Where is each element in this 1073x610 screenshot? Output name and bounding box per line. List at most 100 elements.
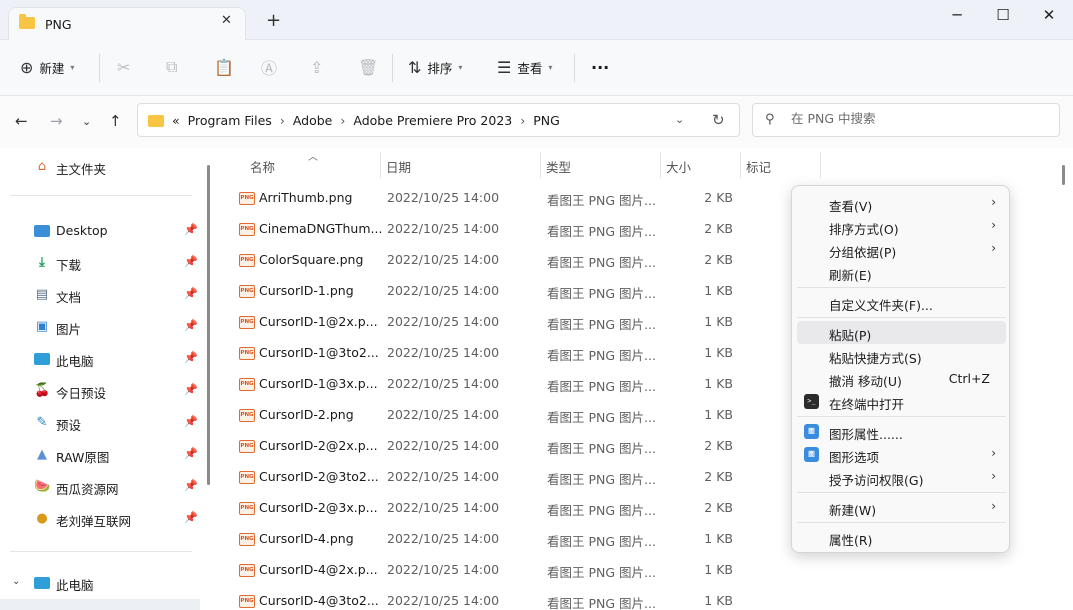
pin-icon[interactable]: 📌 <box>184 511 198 524</box>
column-header-date[interactable]: 日期 <box>380 148 540 182</box>
file-row[interactable]: PNG CursorID-4@3to2... 2022/10/25 14:00 看图王… <box>218 585 778 610</box>
maximize-button[interactable]: ☐ <box>980 6 1026 30</box>
new-button[interactable]: ⊕ 新建 ▾ <box>20 56 74 78</box>
pin-icon[interactable]: 📌 <box>184 255 198 268</box>
breadcrumb-item[interactable]: Program Files <box>188 113 272 128</box>
chevron-down-icon[interactable]: ⌄ <box>12 576 20 587</box>
file-row[interactable]: PNG ArriThumb.png 2022/10/25 14:00 看图王 PNG … <box>218 182 778 213</box>
search-box[interactable]: ⚲ <box>752 103 1060 137</box>
column-header-tag[interactable]: 标记 <box>740 148 820 182</box>
breadcrumb-item[interactable]: Adobe <box>293 113 333 128</box>
sidebar-item-this-pc-tree[interactable]: ⌄ 此电脑 <box>0 570 200 596</box>
column-divider[interactable] <box>820 152 821 178</box>
file-row[interactable]: PNG CursorID-2@3x.p... 2022/10/25 14:00 看图王… <box>218 492 778 523</box>
pin-icon[interactable]: 📌 <box>184 415 198 428</box>
folder-icon <box>148 115 164 127</box>
sidebar-scrollbar[interactable] <box>207 165 210 485</box>
more-options-button[interactable]: ··· <box>591 56 609 78</box>
chevron-right-icon[interactable]: › <box>520 113 525 128</box>
sidebar-item-selected[interactable] <box>0 599 200 610</box>
rename-icon[interactable]: Ⓐ <box>261 56 277 78</box>
file-row[interactable]: PNG CursorID-4@2x.p... 2022/10/25 14:00 看图王… <box>218 554 778 585</box>
pin-icon[interactable]: 📌 <box>184 319 198 332</box>
file-row[interactable]: PNG CursorID-2@2x.p... 2022/10/25 14:00 看图王… <box>218 430 778 461</box>
chevron-right-icon[interactable]: › <box>280 113 285 128</box>
close-button[interactable]: ✕ <box>1026 6 1072 30</box>
column-header-type[interactable]: 类型 <box>540 148 660 182</box>
pin-icon[interactable]: 📌 <box>184 351 198 364</box>
file-row[interactable]: PNG CursorID-1@2x.p... 2022/10/25 14:00 看图王… <box>218 306 778 337</box>
menu-item-terminal[interactable]: >_ 在终端中打开 <box>797 390 1006 413</box>
forward-arrow-icon[interactable]: → <box>50 112 63 130</box>
file-row[interactable]: PNG CinemaDNGThum... 2022/10/25 14:00 看图王 P… <box>218 213 778 244</box>
file-date: 2022/10/25 14:00 <box>387 221 500 236</box>
tab-png[interactable]: PNG ✕ <box>8 7 246 41</box>
file-row[interactable]: PNG CursorID-2.png 2022/10/25 14:00 看图王 PNG… <box>218 399 778 430</box>
menu-item-customize[interactable]: 自定义文件夹(F)... <box>797 291 1006 314</box>
sidebar-item-home[interactable]: ⌂ 主文件夹 <box>0 154 200 180</box>
png-file-icon: PNG <box>239 347 255 360</box>
menu-item-group[interactable]: 分组依据(P) › <box>797 238 1006 261</box>
menu-item-give-access[interactable]: 授予访问权限(G) › <box>797 466 1006 489</box>
pin-icon[interactable]: 📌 <box>184 383 198 396</box>
pin-icon[interactable]: 📌 <box>184 447 198 460</box>
sidebar-item-documents[interactable]: ▤ 文档 📌 <box>0 282 200 308</box>
breadcrumb-item[interactable]: Adobe Premiere Pro 2023 <box>353 113 512 128</box>
address-bar[interactable]: « Program Files › Adobe › Adobe Premiere… <box>137 103 740 137</box>
pin-icon[interactable]: 📌 <box>184 479 198 492</box>
copy-icon[interactable]: ⧉ <box>166 56 177 78</box>
pin-icon[interactable]: 📌 <box>184 287 198 300</box>
recent-locations-icon[interactable]: ⌄ <box>82 115 91 128</box>
delete-icon[interactable]: 🗑 <box>358 56 378 78</box>
column-header-size[interactable]: 大小 <box>660 148 740 182</box>
file-row[interactable]: PNG CursorID-2@3to2... 2022/10/25 14:00 看图王… <box>218 461 778 492</box>
sidebar-item-this-pc[interactable]: 此电脑 📌 <box>0 346 200 372</box>
column-header-name[interactable]: 名称 <box>240 148 380 182</box>
share-icon[interactable]: ⇪ <box>310 56 323 78</box>
sidebar-item-label: 此电脑 <box>56 578 94 593</box>
sidebar-item-watermelon[interactable]: 🍉 西瓜资源网 📌 <box>0 474 200 500</box>
menu-item-new[interactable]: 新建(W) › <box>797 496 1006 519</box>
menu-item-properties[interactable]: 属性(R) <box>797 526 1006 549</box>
file-row[interactable]: PNG CursorID-1.png 2022/10/25 14:00 看图王 PNG… <box>218 275 778 306</box>
file-name: CursorID-1@3x.p... <box>259 376 378 391</box>
menu-item-graphics-properties[interactable]: 图 图形属性...... <box>797 420 1006 443</box>
file-row[interactable]: PNG CursorID-1@3x.p... 2022/10/25 14:00 看图王… <box>218 368 778 399</box>
png-file-icon: PNG <box>239 471 255 484</box>
minimize-button[interactable]: ─ <box>934 6 980 30</box>
menu-item-view[interactable]: 查看(V) › <box>797 192 1006 215</box>
menu-item-refresh[interactable]: 刷新(E) <box>797 261 1006 284</box>
sidebar-item-preset[interactable]: ✎ 预设 📌 <box>0 410 200 436</box>
file-row[interactable]: PNG CursorID-1@3to2... 2022/10/25 14:00 看图王… <box>218 337 778 368</box>
sidebar-item-laoliu[interactable]: ● 老刘弹互联网 📌 <box>0 506 200 532</box>
sidebar-item-downloads[interactable]: ⤓ 下载 📌 <box>0 250 200 276</box>
breadcrumb-item[interactable]: PNG <box>533 113 560 128</box>
filelist-scrollbar[interactable] <box>1062 165 1065 185</box>
menu-item-paste-shortcut[interactable]: 粘贴快捷方式(S) <box>797 344 1006 367</box>
menu-item-undo[interactable]: 撤消 移动(U) Ctrl+Z <box>797 367 1006 390</box>
pin-icon[interactable]: 📌 <box>184 223 198 236</box>
menu-item-paste[interactable]: 粘贴(P) <box>797 321 1006 344</box>
chevron-down-icon[interactable]: ⌄ <box>675 113 684 126</box>
sidebar-item-today-preset[interactable]: 🍒 今日预设 📌 <box>0 378 200 404</box>
sort-button[interactable]: ⇅ 排序 ▾ <box>408 56 462 78</box>
menu-item-sort[interactable]: 排序方式(O) › <box>797 215 1006 238</box>
refresh-icon[interactable]: ↻ <box>712 111 725 129</box>
tab-close-icon[interactable]: ✕ <box>221 13 232 28</box>
sidebar-item-pictures[interactable]: ▣ 图片 📌 <box>0 314 200 340</box>
menu-item-graphics-options[interactable]: 图 图形选项 › <box>797 443 1006 466</box>
file-row[interactable]: PNG ColorSquare.png 2022/10/25 14:00 看图王 PN… <box>218 244 778 275</box>
sidebar-item-desktop[interactable]: Desktop 📌 <box>0 218 200 244</box>
back-arrow-icon[interactable]: ← <box>15 112 28 130</box>
file-row[interactable]: PNG CursorID-4.png 2022/10/25 14:00 看图王 PNG… <box>218 523 778 554</box>
new-tab-button[interactable]: + <box>266 10 281 31</box>
up-arrow-icon[interactable]: ↑ <box>109 112 122 130</box>
paste-icon[interactable]: 📋 <box>214 56 234 78</box>
view-button[interactable]: ☰ 查看 ▾ <box>497 56 552 78</box>
chevron-right-icon[interactable]: › <box>340 113 345 128</box>
search-input[interactable] <box>791 111 1041 126</box>
cut-icon[interactable]: ✂ <box>117 56 130 78</box>
breadcrumb-overflow[interactable]: « <box>172 113 180 128</box>
computer-icon <box>34 577 50 589</box>
sidebar-item-raw[interactable]: ▲ RAW原图 📌 <box>0 442 200 468</box>
